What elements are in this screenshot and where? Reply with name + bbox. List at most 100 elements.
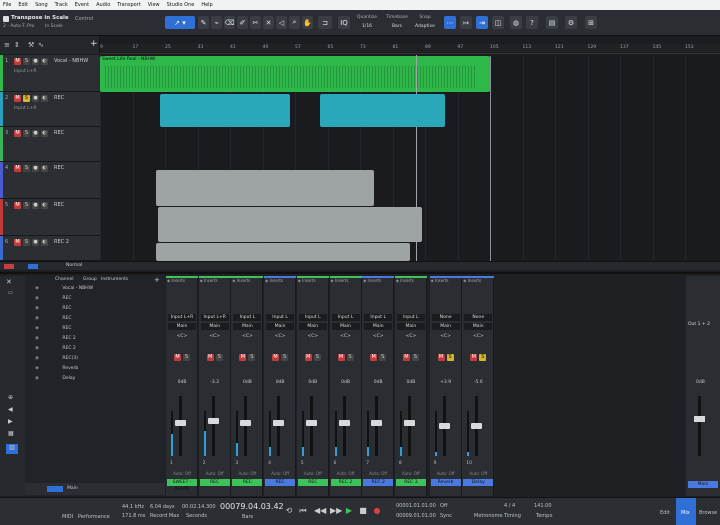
follow-button[interactable]: ↦ xyxy=(460,16,472,29)
channel-input[interactable]: Input L xyxy=(233,314,262,321)
automation-mode[interactable]: Auto: Off xyxy=(432,471,460,476)
eraser-tool-button[interactable]: ⌫ xyxy=(224,16,235,29)
channel-mute[interactable]: M xyxy=(304,354,312,361)
pan-control[interactable]: <C> xyxy=(397,334,425,339)
menu-edit[interactable]: Edit xyxy=(18,2,28,8)
vocal-clip[interactable]: Sweet Life Real - NBHW xyxy=(100,56,490,92)
fader-track[interactable] xyxy=(211,396,215,456)
mixer-tool-icon[interactable]: ⊕ xyxy=(8,394,13,401)
inserts-slot[interactable]: ◈ Inserts xyxy=(396,278,426,283)
volume-fader[interactable] xyxy=(438,423,450,429)
pan-control[interactable]: <C> xyxy=(464,334,492,339)
tempo-value[interactable]: 141.00 xyxy=(534,503,552,509)
volume-fader[interactable] xyxy=(273,420,285,427)
loop-start[interactable]: 00001.01.01.00 xyxy=(396,503,436,509)
comp-button[interactable]: ◫ xyxy=(492,16,504,29)
track-header[interactable]: 6 M S ● ◐ REC 2 xyxy=(0,236,100,261)
channel-volume[interactable]: +3.9 xyxy=(432,380,460,385)
channel-mute[interactable]: M xyxy=(437,354,445,361)
automation-mode[interactable]: Auto: Off xyxy=(364,471,392,476)
collapse-icon[interactable]: ⇕ xyxy=(14,41,20,49)
automation-mode[interactable]: Auto: Off xyxy=(332,471,360,476)
pan-control[interactable]: <C> xyxy=(168,334,196,339)
track-header[interactable]: 3 M S ● ◐ REC xyxy=(0,127,100,162)
arrange-view[interactable]: Sweet Life Real - NBHW xyxy=(100,55,720,261)
track-name[interactable]: REC xyxy=(54,165,64,171)
track-header[interactable]: 2 M S ● ◐ REC Input L+R xyxy=(0,92,100,127)
range-tool-button[interactable]: ✎ xyxy=(198,16,209,29)
channel-solo[interactable]: S xyxy=(183,354,190,361)
menu-song[interactable]: Song xyxy=(35,2,48,8)
monitor-button[interactable]: ◐ xyxy=(41,95,48,102)
channel-list-item[interactable]: ◉ Vocal - NBHW xyxy=(35,286,105,295)
channel-output[interactable]: Main xyxy=(364,323,393,330)
channel-volume[interactable]: 0dB xyxy=(397,380,425,385)
song-subtitle[interactable]: 2 - Auto-T..Pro xyxy=(3,24,34,29)
solo-button[interactable]: S xyxy=(23,95,30,102)
automation-mode[interactable]: Auto: Off xyxy=(168,471,196,476)
channel-volume[interactable]: -3.2 xyxy=(201,380,229,385)
split-screen-button[interactable]: ⊐ xyxy=(318,16,332,29)
menu-studio-one[interactable]: Studio One xyxy=(167,2,195,8)
track-name[interactable]: REC xyxy=(54,130,64,136)
scratchpad-button[interactable]: ▤ xyxy=(546,16,558,29)
snap-value[interactable]: Adaptive xyxy=(410,24,440,29)
performance-label[interactable]: Performance xyxy=(78,514,110,520)
solo-button[interactable]: S xyxy=(23,165,30,172)
scale-label[interactable]: In Scale xyxy=(45,24,63,29)
solo-button[interactable]: S xyxy=(23,202,30,209)
hand-tool-button[interactable]: ✋ xyxy=(302,16,313,29)
volume-fader[interactable] xyxy=(305,420,317,427)
timing-value[interactable]: 4 / 4 xyxy=(504,503,515,509)
rewind-button[interactable]: ⏮ xyxy=(298,506,308,516)
pan-control[interactable]: <C> xyxy=(266,334,294,339)
inserts-slot[interactable]: ◈ Inserts xyxy=(363,278,393,283)
back-button[interactable]: ◀◀ xyxy=(314,506,326,516)
channel-solo[interactable]: S xyxy=(281,354,289,361)
help-button[interactable]: ? xyxy=(526,16,538,29)
main-output[interactable]: Out 1 + 2 xyxy=(688,322,710,327)
automation-mode[interactable]: Auto: Off xyxy=(201,471,229,476)
inserts-slot[interactable]: ◈ Inserts xyxy=(265,278,295,283)
channel-mute[interactable]: M xyxy=(402,354,410,361)
channel-list-item[interactable]: ◉ REC xyxy=(35,316,105,325)
metronome-label[interactable]: Metronome xyxy=(474,513,503,519)
automation-mode[interactable]: Auto: Off xyxy=(299,471,327,476)
channel-solo[interactable]: S xyxy=(411,354,419,361)
channel-list-item[interactable]: ◉ REC 2 xyxy=(35,336,105,345)
sync-value[interactable]: Off xyxy=(440,503,447,509)
stop-button[interactable]: ■ xyxy=(358,506,368,516)
channel-output[interactable]: Main xyxy=(168,323,196,330)
timebase-value[interactable]: Bars xyxy=(382,24,412,29)
channel-name-label[interactable]: REC xyxy=(199,479,230,486)
main-fader[interactable] xyxy=(694,416,705,422)
channel-input[interactable]: Input L+R xyxy=(168,314,196,321)
inserts-slot[interactable]: ◈ Inserts xyxy=(463,278,493,283)
loop-indicator[interactable] xyxy=(28,264,38,269)
inserts-slot[interactable]: ◈ Inserts xyxy=(232,278,262,283)
channel-volume[interactable]: 0dB xyxy=(168,380,196,385)
channel-output[interactable]: Main xyxy=(464,323,493,330)
channel-input[interactable]: Input L xyxy=(298,314,327,321)
automation-mode[interactable]: Auto: Off xyxy=(464,471,492,476)
piano-icon[interactable]: ▥ xyxy=(6,444,18,454)
rec-clip-group-1[interactable] xyxy=(160,94,290,127)
channel-input[interactable]: Input L xyxy=(331,314,360,321)
track-name[interactable]: REC xyxy=(54,202,64,208)
position-bars[interactable]: 00079.04.03.42 xyxy=(220,502,284,511)
menu-view[interactable]: View xyxy=(148,2,160,8)
channel-mute[interactable]: M xyxy=(174,354,181,361)
record-arm-button[interactable]: ● xyxy=(32,202,39,209)
mix-button-bg[interactable]: Mix xyxy=(676,498,696,525)
mute-button[interactable]: M xyxy=(14,165,21,172)
channel-output[interactable]: Main xyxy=(431,323,460,330)
pan-control[interactable]: <C> xyxy=(299,334,327,339)
listen-button[interactable]: ◍ xyxy=(510,16,522,29)
gear-button[interactable]: ⚙ xyxy=(565,16,577,29)
track-name[interactable]: Vocal - NBHW xyxy=(54,58,88,64)
channel-mute[interactable]: M xyxy=(206,354,214,361)
channel-mute[interactable]: M xyxy=(272,354,280,361)
channel-list-item[interactable]: ◉ REC 2 xyxy=(35,346,105,355)
record-arm-button[interactable]: ● xyxy=(32,165,39,172)
automation-mode[interactable]: Auto: Off xyxy=(233,471,261,476)
